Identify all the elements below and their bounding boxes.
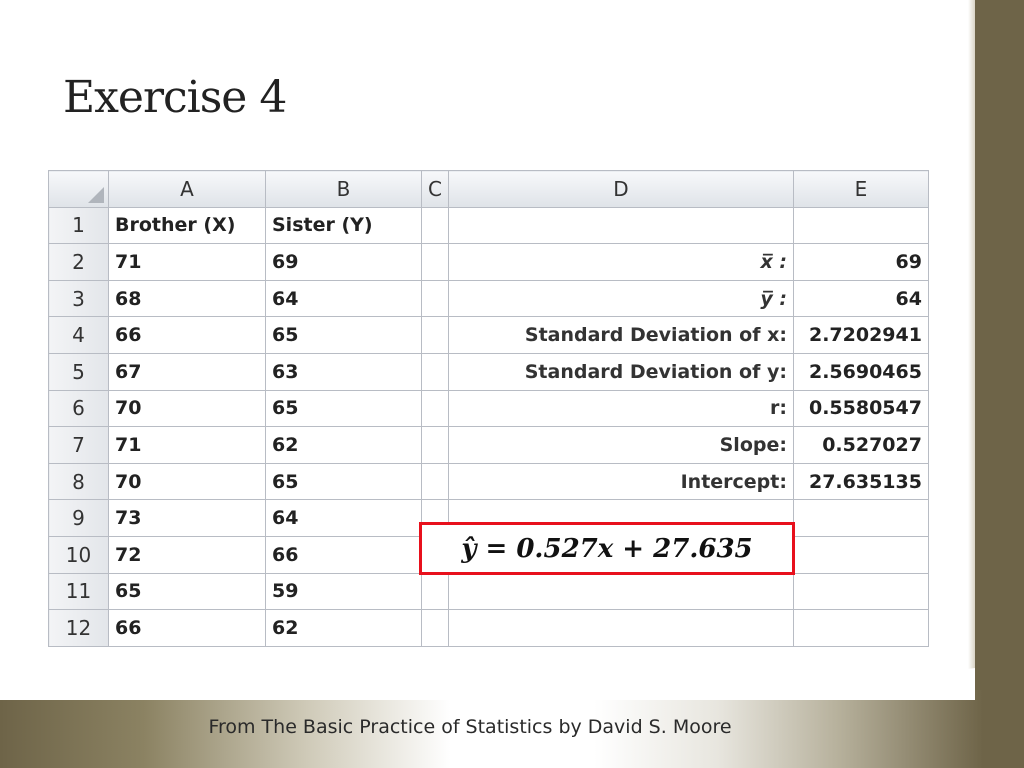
row-header[interactable]: 7 <box>48 426 109 464</box>
cell-b7[interactable]: 62 <box>265 426 422 464</box>
row-header[interactable]: 5 <box>48 352 109 391</box>
footer-curve <box>0 668 975 700</box>
column-header-d[interactable]: D <box>447 170 794 208</box>
cell-c11[interactable] <box>421 572 449 611</box>
cell-b1[interactable]: Sister (Y) <box>265 206 422 245</box>
cell-e2[interactable]: 69 <box>792 243 929 281</box>
cell-b9[interactable]: 64 <box>265 499 422 537</box>
cell-e5[interactable]: 2.5690465 <box>792 352 929 391</box>
cell-d1[interactable] <box>447 206 794 245</box>
cell-e3[interactable]: 64 <box>792 279 929 318</box>
cell-b12[interactable]: 62 <box>265 609 422 647</box>
table-row: 4 66 65 Standard Deviation of x: 2.72029… <box>48 316 929 354</box>
table-row: 2 71 69 x̅ : 69 <box>48 243 929 281</box>
cell-a4[interactable]: 66 <box>108 316 266 354</box>
cell-a9[interactable]: 73 <box>108 499 266 537</box>
table-row: 1 Brother (X) Sister (Y) <box>48 206 929 245</box>
cell-d4[interactable]: Standard Deviation of x: <box>447 316 794 354</box>
cell-a11[interactable]: 65 <box>108 572 266 611</box>
row-header[interactable]: 6 <box>48 389 109 428</box>
cell-a1[interactable]: Brother (X) <box>108 206 266 245</box>
cell-b6[interactable]: 65 <box>265 389 422 428</box>
cell-c8[interactable] <box>421 462 449 501</box>
cell-e10[interactable] <box>792 535 929 574</box>
table-row: 8 70 65 Intercept: 27.635135 <box>48 462 929 501</box>
row-header[interactable]: 4 <box>48 316 109 354</box>
cell-b4[interactable]: 65 <box>265 316 422 354</box>
regression-equation: ŷ = 0.527x + 27.635 <box>461 533 753 564</box>
select-all-icon <box>88 186 104 203</box>
cell-b11[interactable]: 59 <box>265 572 422 611</box>
cell-e9[interactable] <box>792 499 929 537</box>
table-row: 5 67 63 Standard Deviation of y: 2.56904… <box>48 352 929 391</box>
column-header-row: A B C D E <box>48 170 929 208</box>
cell-a3[interactable]: 68 <box>108 279 266 318</box>
cell-e12[interactable] <box>792 609 929 647</box>
cell-b8[interactable]: 65 <box>265 462 422 501</box>
column-header-b[interactable]: B <box>265 170 422 208</box>
table-row: 12 66 62 <box>48 609 929 647</box>
cell-c3[interactable] <box>421 279 449 318</box>
row-header[interactable]: 8 <box>48 462 109 501</box>
table-row: 3 68 64 y̅ : 64 <box>48 279 929 318</box>
cell-c1[interactable] <box>421 206 449 245</box>
select-all-corner[interactable] <box>48 170 109 208</box>
cell-e6[interactable]: 0.5580547 <box>792 389 929 428</box>
cell-c4[interactable] <box>421 316 449 354</box>
cell-b2[interactable]: 69 <box>265 243 422 281</box>
cell-d2-x-bar[interactable]: x̅ : <box>447 243 794 281</box>
cell-e11[interactable] <box>792 572 929 611</box>
row-header[interactable]: 1 <box>48 206 109 245</box>
cell-c5[interactable] <box>421 352 449 391</box>
cell-d3-y-bar[interactable]: y̅ : <box>447 279 794 318</box>
cell-e1[interactable] <box>792 206 929 245</box>
cell-a6[interactable]: 70 <box>108 389 266 428</box>
cell-a5[interactable]: 67 <box>108 352 266 391</box>
cell-d8[interactable]: Intercept: <box>447 462 794 501</box>
spreadsheet: A B C D E 1 Brother (X) Sister (Y) 2 71 … <box>48 170 929 647</box>
table-row: 11 65 59 <box>48 572 929 611</box>
row-header[interactable]: 12 <box>48 609 109 647</box>
cell-c7[interactable] <box>421 426 449 464</box>
cell-d12[interactable] <box>447 609 794 647</box>
row-header[interactable]: 2 <box>48 243 109 281</box>
row-header[interactable]: 11 <box>48 572 109 611</box>
cell-d11[interactable] <box>447 572 794 611</box>
footer-citation: From The Basic Practice of Statistics by… <box>208 716 732 738</box>
cell-d6[interactable]: r: <box>447 389 794 428</box>
cell-d5[interactable]: Standard Deviation of y: <box>447 352 794 391</box>
cell-b5[interactable]: 63 <box>265 352 422 391</box>
cell-e7[interactable]: 0.527027 <box>792 426 929 464</box>
column-header-c[interactable]: C <box>421 170 449 208</box>
cell-d7[interactable]: Slope: <box>447 426 794 464</box>
column-header-e[interactable]: E <box>792 170 929 208</box>
cell-b3[interactable]: 64 <box>265 279 422 318</box>
cell-a2[interactable]: 71 <box>108 243 266 281</box>
cell-c2[interactable] <box>421 243 449 281</box>
cell-e4[interactable]: 2.7202941 <box>792 316 929 354</box>
cell-a8[interactable]: 70 <box>108 462 266 501</box>
row-header[interactable]: 3 <box>48 279 109 318</box>
cell-c12[interactable] <box>421 609 449 647</box>
cell-b10[interactable]: 66 <box>265 535 422 574</box>
cell-a12[interactable]: 66 <box>108 609 266 647</box>
cell-e8[interactable]: 27.635135 <box>792 462 929 501</box>
row-header[interactable]: 9 <box>48 499 109 537</box>
cell-a7[interactable]: 71 <box>108 426 266 464</box>
table-row: 7 71 62 Slope: 0.527027 <box>48 426 929 464</box>
slide-title: Exercise 4 <box>63 72 287 123</box>
column-header-a[interactable]: A <box>108 170 266 208</box>
cell-a10[interactable]: 72 <box>108 535 266 574</box>
cell-c6[interactable] <box>421 389 449 428</box>
row-header[interactable]: 10 <box>48 535 109 574</box>
table-row: 6 70 65 r: 0.5580547 <box>48 389 929 428</box>
regression-equation-box: ŷ = 0.527x + 27.635 <box>419 522 795 575</box>
